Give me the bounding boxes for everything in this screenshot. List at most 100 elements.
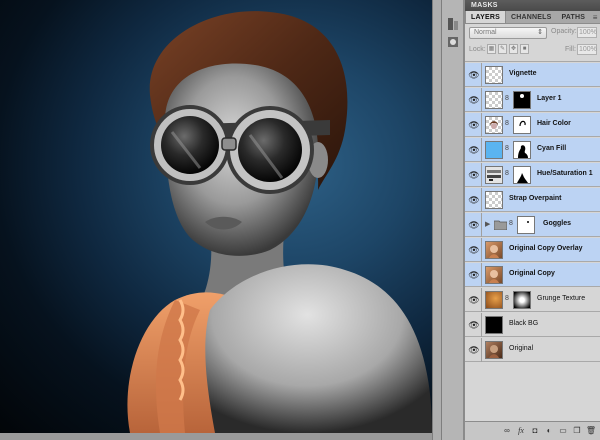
- lock-all-icon[interactable]: ■: [520, 44, 529, 54]
- panel-dock-toolbar: [442, 0, 464, 440]
- blend-mode-select[interactable]: Normal ⇕: [469, 27, 547, 39]
- blend-mode-value: Normal: [474, 29, 497, 36]
- folder-icon: [493, 219, 508, 231]
- layer-thumbnail: [485, 191, 503, 209]
- chevron-down-icon: ⇕: [537, 29, 543, 36]
- layer-divider: [481, 213, 482, 237]
- layer-divider: [481, 163, 482, 187]
- layer-row-layer-1[interactable]: 👁 8 Layer 1: [465, 88, 600, 112]
- layer-thumbnail: [485, 66, 503, 84]
- layer-mask-thumbnail[interactable]: [517, 216, 535, 234]
- chain-icon[interactable]: 8: [505, 145, 509, 152]
- lock-position-icon[interactable]: ✥: [509, 44, 518, 54]
- layer-row-hair-color[interactable]: 👁 8 Hair Color: [465, 113, 600, 137]
- layer-thumbnail: [485, 266, 503, 284]
- image-canvas[interactable]: [0, 0, 432, 433]
- masks-icon[interactable]: [445, 34, 461, 50]
- layer-divider: [481, 288, 482, 312]
- masks-panel-bar[interactable]: MASKS: [465, 0, 600, 11]
- layer-row-goggles-group[interactable]: 👁 ▶ 8 Goggles: [465, 213, 600, 237]
- layer-row-original[interactable]: 👁 Original: [465, 338, 600, 362]
- adjustments-icon[interactable]: [445, 16, 461, 32]
- layer-name[interactable]: Original Copy Overlay: [509, 245, 583, 252]
- chain-icon[interactable]: 8: [505, 295, 509, 302]
- lock-label: Lock:: [469, 46, 486, 53]
- layer-options: Normal ⇕ Opacity: 100% Lock: ▦ ✎ ✥ ■ Fil…: [465, 24, 600, 62]
- layer-mask-thumbnail[interactable]: [513, 91, 531, 109]
- fill-color-thumbnail[interactable]: [485, 141, 503, 159]
- new-adjustment-icon[interactable]: ◐: [543, 425, 555, 437]
- chain-icon[interactable]: 8: [509, 220, 513, 227]
- eye-icon[interactable]: 👁: [468, 293, 480, 307]
- layer-row-cyan-fill[interactable]: 👁 8 Cyan Fill: [465, 138, 600, 162]
- layer-name[interactable]: Hair Color: [537, 120, 571, 127]
- layer-name[interactable]: Original Copy: [509, 270, 555, 277]
- layer-row-original-copy[interactable]: 👁 Original Copy: [465, 263, 600, 287]
- chain-icon[interactable]: 8: [505, 95, 509, 102]
- panel-menu-icon[interactable]: ≡: [590, 11, 600, 23]
- layer-row-original-copy-overlay[interactable]: 👁 Original Copy Overlay: [465, 238, 600, 262]
- layer-name[interactable]: Layer 1: [537, 95, 562, 102]
- layer-divider: [481, 138, 482, 162]
- layer-thumbnail: [485, 291, 503, 309]
- layer-name[interactable]: Goggles: [543, 220, 571, 227]
- lock-transparency-icon[interactable]: ▦: [487, 44, 496, 54]
- opacity-input[interactable]: 100%: [577, 27, 597, 38]
- layer-divider: [481, 188, 482, 212]
- eye-icon[interactable]: 👁: [468, 168, 480, 182]
- tab-paths[interactable]: PATHS: [556, 11, 590, 23]
- layer-divider: [481, 238, 482, 262]
- layer-style-icon[interactable]: fx: [515, 425, 527, 437]
- adjustment-icon[interactable]: [485, 166, 503, 184]
- eye-icon[interactable]: 👁: [468, 68, 480, 82]
- document-canvas-area[interactable]: [0, 0, 432, 440]
- link-layers-icon[interactable]: ∞: [501, 425, 513, 437]
- new-layer-icon[interactable]: ❐: [571, 425, 583, 437]
- eye-icon[interactable]: 👁: [468, 143, 480, 157]
- eye-icon[interactable]: 👁: [468, 218, 480, 232]
- lock-pixels-icon[interactable]: ✎: [498, 44, 507, 54]
- layer-divider: [481, 113, 482, 137]
- fill-input[interactable]: 100%: [577, 44, 597, 55]
- eye-icon[interactable]: 👁: [468, 118, 480, 132]
- tab-channels[interactable]: CHANNELS: [506, 11, 557, 23]
- eye-icon[interactable]: 👁: [468, 243, 480, 257]
- new-group-icon[interactable]: ▭: [557, 425, 569, 437]
- eye-icon[interactable]: 👁: [468, 343, 480, 357]
- fill-label: Fill:: [565, 46, 576, 53]
- layer-name[interactable]: Vignette: [509, 70, 537, 77]
- chain-icon[interactable]: 8: [505, 170, 509, 177]
- layer-divider: [481, 88, 482, 112]
- layer-name[interactable]: Grunge Texture: [537, 295, 585, 302]
- layer-mask-thumbnail[interactable]: [513, 291, 531, 309]
- add-mask-icon[interactable]: ◘: [529, 425, 541, 437]
- layer-thumbnail: [485, 316, 503, 334]
- eye-icon[interactable]: 👁: [468, 268, 480, 282]
- layer-row-black-bg[interactable]: 👁 Black BG: [465, 313, 600, 337]
- layer-name[interactable]: Strap Overpaint: [509, 195, 562, 202]
- trash-icon[interactable]: 🗑: [585, 425, 597, 437]
- layer-name[interactable]: Original: [509, 345, 533, 352]
- layer-thumbnail: [485, 91, 503, 109]
- layer-thumbnail: [485, 116, 503, 134]
- layer-mask-thumbnail[interactable]: [513, 141, 531, 159]
- layer-thumbnail: [485, 341, 503, 359]
- layer-mask-thumbnail[interactable]: [513, 116, 531, 134]
- eye-icon[interactable]: 👁: [468, 93, 480, 107]
- layer-divider: [481, 313, 482, 337]
- expand-arrow-icon[interactable]: ▶: [485, 220, 490, 228]
- layer-row-hue-saturation[interactable]: 👁 8 Hue/Saturation 1: [465, 163, 600, 187]
- eye-icon[interactable]: 👁: [468, 318, 480, 332]
- layer-row-strap-overpaint[interactable]: 👁 Strap Overpaint: [465, 188, 600, 212]
- tab-layers[interactable]: LAYERS: [465, 11, 506, 23]
- chain-icon[interactable]: 8: [505, 120, 509, 127]
- layer-name[interactable]: Hue/Saturation 1: [537, 170, 593, 177]
- layer-name[interactable]: Black BG: [509, 320, 538, 327]
- layer-row-grunge-texture[interactable]: 👁 8 Grunge Texture: [465, 288, 600, 312]
- eye-icon[interactable]: 👁: [468, 193, 480, 207]
- panel-collapse-strip[interactable]: [432, 0, 442, 440]
- layer-mask-thumbnail[interactable]: [513, 166, 531, 184]
- layer-row-vignette[interactable]: 👁 Vignette: [465, 63, 600, 87]
- layer-divider: [481, 263, 482, 287]
- layer-name[interactable]: Cyan Fill: [537, 145, 566, 152]
